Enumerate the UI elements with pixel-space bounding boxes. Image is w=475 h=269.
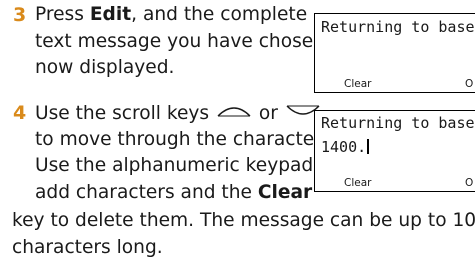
step-3-line-2: text message you have chosen is — [35, 30, 346, 52]
text-cursor — [367, 139, 369, 154]
phone-screen-2: Returning to base a 1400. Clear O — [314, 110, 475, 192]
phone-screen-1: Returning to base Clear O — [314, 13, 475, 93]
step-3-line-3: now displayed. — [35, 57, 175, 78]
screen-2-message-line-1: Returning to base a — [321, 114, 475, 132]
step-4-line-1: Use the scroll keys or — [35, 100, 322, 127]
edit-key-label: Edit — [89, 4, 132, 25]
screen-2-clear-softkey: Clear — [344, 177, 372, 189]
step-4-line-4: add characters and the Clear — [35, 181, 313, 203]
scroll-up-icon — [217, 100, 251, 127]
screen-2-right-softkey: O — [465, 177, 474, 189]
step-4-line-3: Use the alphanumeric keypad to — [35, 155, 338, 176]
screen-1-right-softkey: O — [465, 78, 474, 90]
clear-key-label: Clear — [257, 181, 313, 203]
step-4-line-5: key to delete them. The message can be u… — [12, 210, 475, 231]
step-4-line-2: to move through the characters. — [35, 128, 338, 150]
step-4-line-6: characters long. — [12, 237, 163, 258]
screen-1-message: Returning to base — [321, 18, 475, 36]
screen-1-clear-softkey: Clear — [344, 78, 372, 90]
step-number-3: 3 — [13, 4, 27, 26]
step-number-4: 4 — [13, 102, 27, 124]
screen-2-message-line-2: 1400. — [321, 138, 369, 156]
step-3-line-1: Press Edit, and the complete — [35, 4, 308, 25]
